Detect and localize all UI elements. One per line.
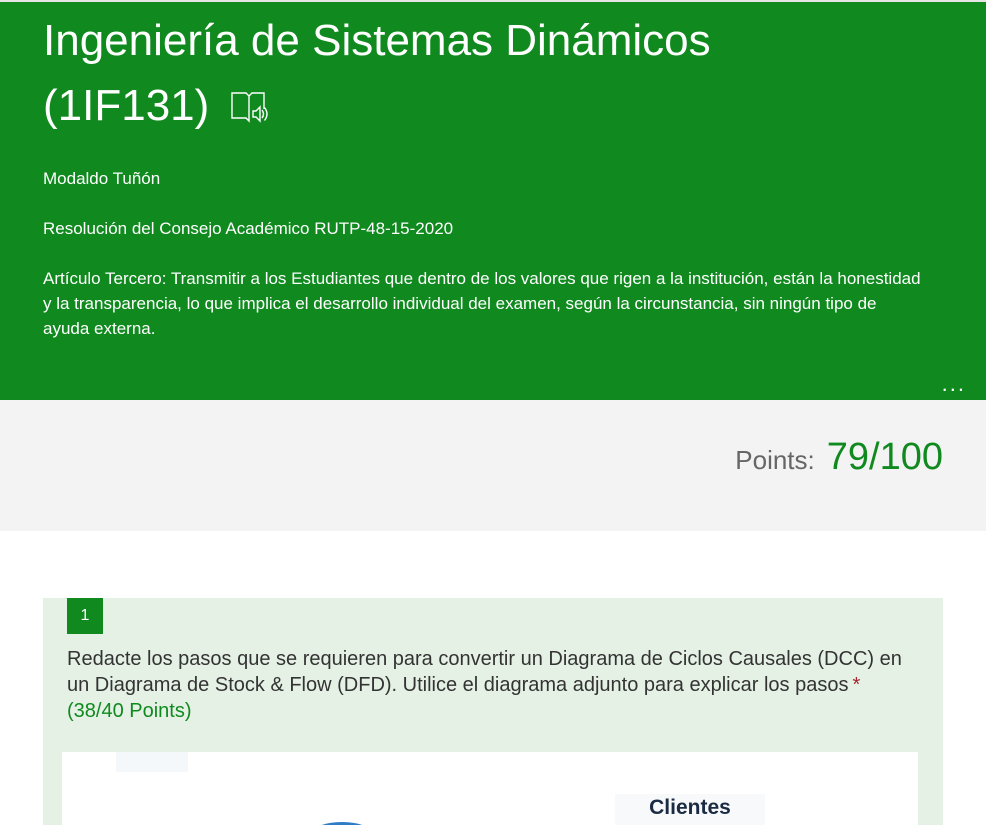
question-card: 1 Redacte los pasos que se requieren par…	[43, 598, 943, 825]
form-header: Ingeniería de Sistemas Dinámicos (1IF131…	[0, 0, 986, 400]
diagram-label-clientes: Clientes	[615, 794, 765, 825]
points-band: Points: 79/100	[0, 400, 986, 531]
immersive-reader-icon[interactable]	[229, 82, 269, 124]
form-author: Modaldo Tuñón	[43, 169, 161, 188]
form-title: Ingeniería de Sistemas Dinámicos (1IF131…	[43, 8, 803, 138]
form-article: Artículo Tercero: Transmitir a los Estud…	[43, 269, 921, 338]
question-image[interactable]: Clientes	[62, 752, 918, 825]
points-value: 79/100	[826, 436, 943, 478]
question-text: Redacte los pasos que se requieren para …	[67, 648, 902, 696]
question-number: 1	[67, 598, 103, 634]
points-summary: Points: 79/100	[735, 436, 943, 479]
question-points: (38/40 Points)	[67, 700, 192, 722]
form-page: Ingeniería de Sistemas Dinámicos (1IF131…	[0, 0, 986, 825]
image-strip	[116, 752, 188, 772]
required-marker: *	[852, 674, 861, 696]
form-title-text: Ingeniería de Sistemas Dinámicos (1IF131…	[43, 16, 711, 130]
question-text-block: Redacte los pasos que se requieren para …	[67, 646, 927, 724]
more-options-button[interactable]: ...	[942, 373, 966, 395]
points-label: Points:	[735, 445, 815, 475]
form-resolution: Resolución del Consejo Académico RUTP-48…	[43, 219, 454, 238]
